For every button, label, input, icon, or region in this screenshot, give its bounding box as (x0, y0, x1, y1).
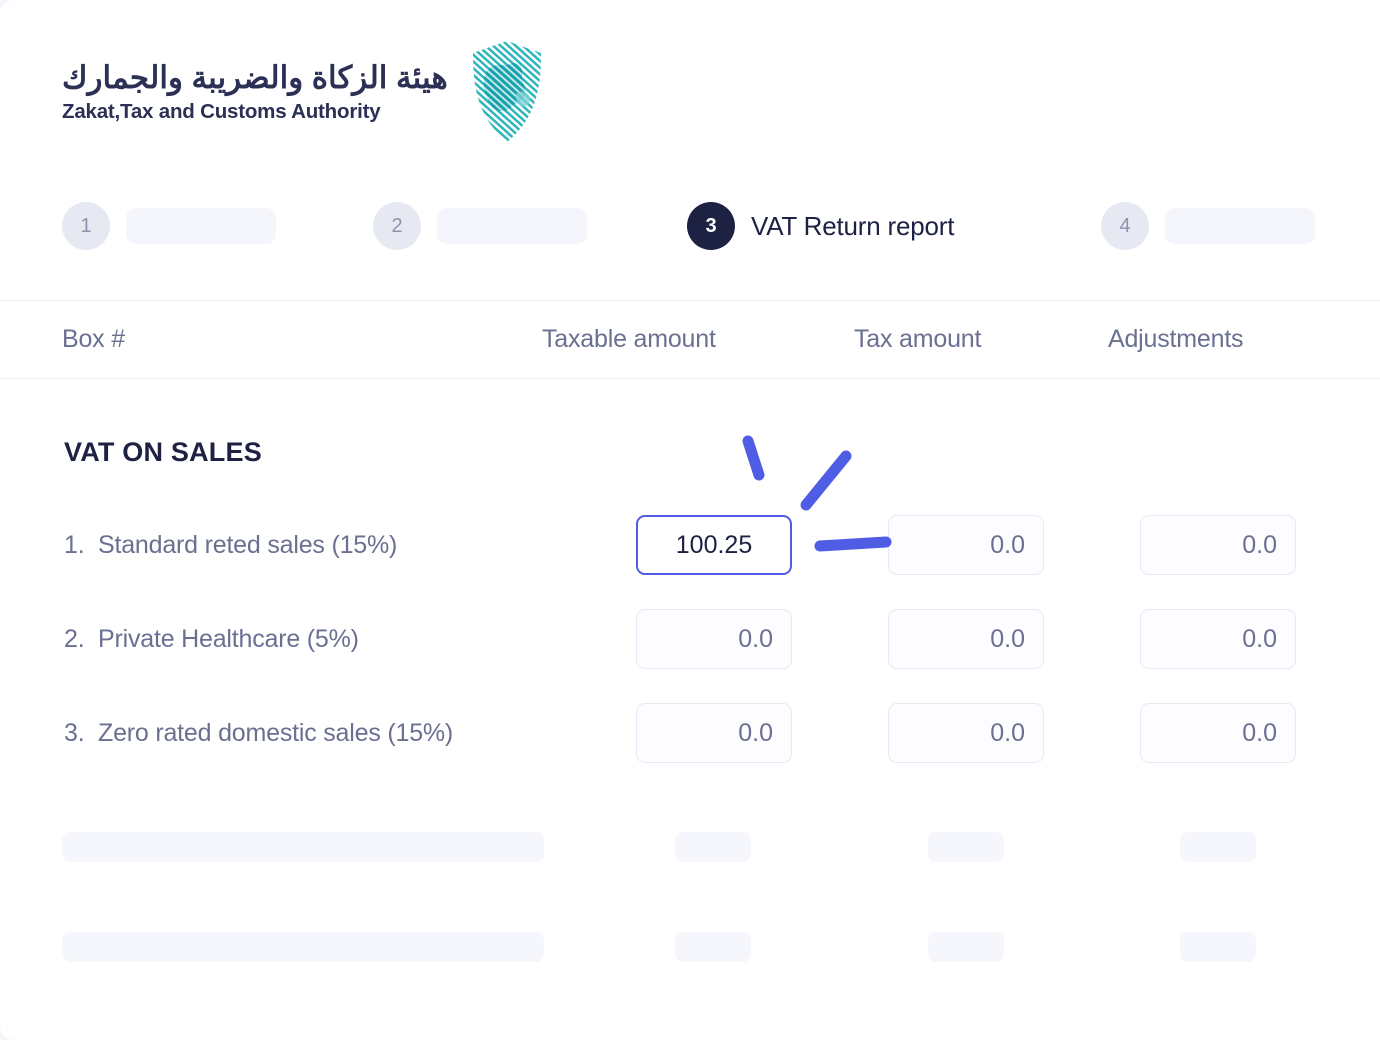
zatca-logo: هيئة الزكاة والضريبة والجمارك Zakat,Tax … (62, 40, 544, 144)
step-label-placeholder-2 (437, 208, 587, 244)
step-item-3[interactable]: 3 VAT Return report (687, 200, 954, 252)
vat-return-report-page: هيئة الزكاة والضريبة والجمارك Zakat,Tax … (0, 0, 1380, 1040)
step-item-1[interactable]: 1 (62, 200, 276, 252)
taxable-amount-input-row-1[interactable]: 100.25 (636, 515, 792, 575)
step-number-1: 1 (62, 202, 110, 250)
row-number-2: 2. (64, 625, 98, 654)
row-label-1: 1. Standard reted sales (15%) (64, 515, 397, 575)
row-number-3: 3. (64, 719, 98, 748)
tax-amount-input-row-2[interactable]: 0.0 (888, 609, 1044, 669)
table-row: 3. Zero rated domestic sales (15%) 0.0 0… (0, 703, 1380, 763)
row-label-3: 3. Zero rated domestic sales (15%) (64, 703, 453, 763)
row-label-2: 2. Private Healthcare (5%) (64, 609, 359, 669)
placeholder-label-bar (62, 832, 544, 862)
tax-amount-input-row-3[interactable]: 0.0 (888, 703, 1044, 763)
brand-name-arabic: هيئة الزكاة والضريبة والجمارك (62, 62, 448, 93)
placeholder-cell-bar (675, 832, 751, 862)
brand-name-english: Zakat,Tax and Customs Authority (62, 102, 380, 123)
placeholder-row (0, 832, 1380, 862)
column-header-tax-amount: Tax amount (854, 300, 981, 378)
step-number-4: 4 (1101, 202, 1149, 250)
row-text-1: Standard reted sales (15%) (98, 531, 397, 560)
table-row: 1. Standard reted sales (15%) 100.25 0.0… (0, 515, 1380, 575)
column-header-taxable-amount: Taxable amount (542, 300, 716, 378)
taxable-amount-input-row-2[interactable]: 0.0 (636, 609, 792, 669)
step-number-2: 2 (373, 202, 421, 250)
placeholder-cell-bar (928, 932, 1004, 962)
step-label-placeholder-4 (1165, 208, 1315, 244)
step-label-placeholder-1 (126, 208, 276, 244)
adjustments-input-row-2[interactable]: 0.0 (1140, 609, 1296, 669)
placeholder-row (0, 932, 1380, 962)
step-item-2[interactable]: 2 (373, 200, 587, 252)
placeholder-cell-bar (675, 932, 751, 962)
adjustments-input-row-1[interactable]: 0.0 (1140, 515, 1296, 575)
table-row: 2. Private Healthcare (5%) 0.0 0.0 0.0 (0, 609, 1380, 669)
zatca-shield-icon (470, 40, 544, 144)
tax-amount-input-row-1[interactable]: 0.0 (888, 515, 1044, 575)
placeholder-cell-bar (1180, 932, 1256, 962)
placeholder-cell-bar (1180, 832, 1256, 862)
brand-wordmark: هيئة الزكاة والضريبة والجمارك Zakat,Tax … (62, 62, 448, 123)
section-title-vat-on-sales: VAT ON SALES (64, 437, 262, 468)
adjustments-input-row-3[interactable]: 0.0 (1140, 703, 1296, 763)
placeholder-cell-bar (928, 832, 1004, 862)
taxable-amount-input-row-3[interactable]: 0.0 (636, 703, 792, 763)
step-item-4[interactable]: 4 (1101, 200, 1315, 252)
step-label-3: VAT Return report (751, 211, 954, 242)
placeholder-label-bar (62, 932, 544, 962)
step-number-3: 3 (687, 202, 735, 250)
progress-stepper: 1 2 3 VAT Return report 4 (62, 200, 1304, 252)
row-number-1: 1. (64, 531, 98, 560)
table-divider-bottom (0, 378, 1380, 379)
column-header-adjustments: Adjustments (1108, 300, 1243, 378)
row-text-2: Private Healthcare (5%) (98, 625, 359, 654)
column-header-box: Box # (62, 300, 125, 378)
row-text-3: Zero rated domestic sales (15%) (98, 719, 453, 748)
table-header-row: Box # Taxable amount Tax amount Adjustme… (0, 300, 1380, 378)
